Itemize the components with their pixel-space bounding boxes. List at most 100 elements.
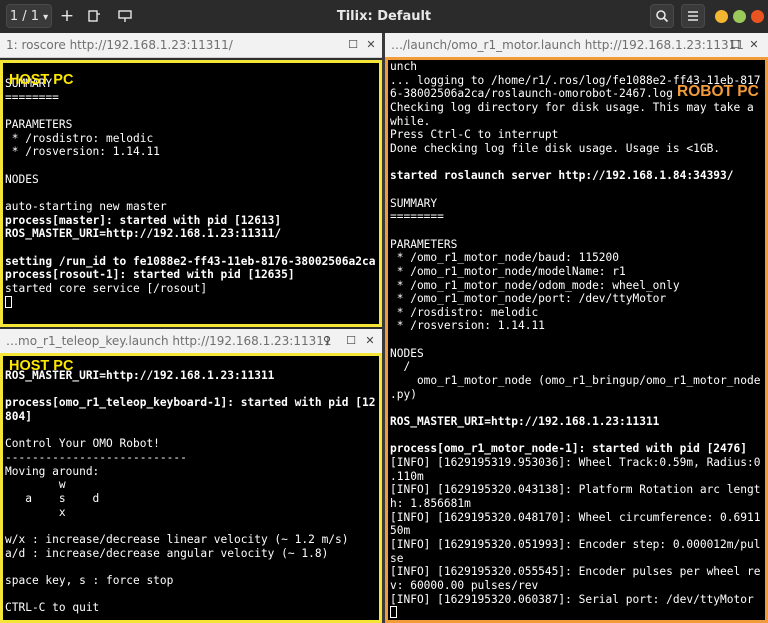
maximize-button[interactable] (733, 10, 746, 23)
pane-header: …/launch/omo_r1_motor.launch http://192.… (385, 33, 768, 58)
split-add-right-button[interactable] (82, 4, 106, 28)
add-label: + (59, 6, 75, 26)
close-pane-icon[interactable]: ✕ (362, 33, 380, 57)
terminal-line: [INFO] [1629195319.953036]: Wheel Track:… (390, 456, 761, 470)
terminal-line: .110m (390, 469, 424, 483)
terminal-line: ROS_MASTER_URI=http://192.168.1.23:11311… (5, 227, 282, 241)
terminal-line: * /omo_r1_motor_node/odom_mode: wheel_on… (390, 278, 680, 292)
terminal-line: CTRL-C to quit (5, 601, 100, 615)
terminal-pane-roscore: 1: roscore http://192.168.1.23:11311/ ☐ … (0, 33, 382, 327)
menu-icon (688, 11, 698, 21)
terminal-line: a/d : increase/decrease angular velocity… (5, 546, 329, 560)
pane-header: 1: roscore http://192.168.1.23:11311/ ☐ … (0, 33, 382, 58)
terminal-line: Done checking log file disk usage. Usage… (390, 141, 721, 155)
terminal-line: / (390, 360, 411, 374)
terminal-line: Moving around: (5, 464, 100, 478)
maximize-pane-icon[interactable]: ☐ (344, 33, 362, 57)
close-button[interactable] (751, 10, 764, 23)
split-add-down-button[interactable] (112, 4, 138, 28)
terminal-line: .py) (390, 387, 417, 401)
output-lines: SUMMARY ======== PARAMETERS * /rosdistro:… (5, 77, 375, 309)
terminal-line: [INFO] [1629195320.060387]: Serial port:… (390, 592, 754, 606)
terminal-output[interactable]: SUMMARY ======== PARAMETERS * /rosdistro:… (0, 60, 382, 327)
terminal-line: ROS_MASTER_URI=http://192.168.1.23:11311 (390, 415, 660, 429)
terminal-output[interactable]: ROS_MASTER_URI=http://192.168.1.23:11311… (0, 353, 382, 623)
terminal-line: [INFO] [1629195320.048170]: Wheel circum… (390, 510, 761, 524)
terminal-line: x (5, 505, 66, 519)
terminal-line: v: 60000.00 pulses/rev (390, 578, 539, 592)
terminal-line: [INFO] [1629195320.043138]: Platform Rot… (390, 483, 761, 497)
terminal-line: auto-starting new master (5, 199, 167, 213)
terminal-cursor (390, 606, 760, 620)
pane-header: …mo_r1_teleop_key.launch http://192.168.… (0, 329, 382, 354)
cursor-block (390, 606, 397, 619)
maximize-pane-icon[interactable]: ☐ (342, 329, 360, 353)
terminal-line: * /rosversion: 1.14.11 (5, 145, 160, 159)
search-button[interactable] (650, 4, 674, 28)
session-switcher-button[interactable]: 1 / 1 ▾ (6, 4, 52, 28)
read-only-icon[interactable]: ⚲ (318, 329, 336, 353)
terminal-line: PARAMETERS (5, 117, 73, 131)
add-down-icon (118, 10, 132, 22)
terminal-line: * /omo_r1_motor_node/baud: 115200 (390, 251, 620, 265)
host-pc-label: HOST PC (9, 358, 74, 374)
terminal-line: [INFO] [1629195320.055545]: Encoder puls… (390, 565, 761, 579)
terminal-line: process[rosout-1]: started with pid [126… (5, 268, 295, 282)
maximize-pane-icon[interactable]: ☐ (726, 33, 744, 57)
terminal-line: process[omo_r1_teleop_keyboard-1]: start… (5, 396, 376, 410)
pane-title[interactable]: 1: roscore http://192.168.1.23:11311/ (6, 33, 233, 57)
terminal-line: * /rosdistro: melodic (390, 305, 539, 319)
terminal-line: Press Ctrl-C to interrupt (390, 128, 559, 142)
terminal-line: * /rosversion: 1.14.11 (390, 319, 545, 333)
window-titlebar: 1 / 1 ▾ + Tilix: Default (0, 0, 768, 33)
output-lines: unch... logging to /home/r1/.ros/log/fe1… (390, 60, 760, 620)
terminal-line: while. (390, 114, 431, 128)
terminal-line: process[master]: started with pid [12613… (5, 213, 282, 227)
minimize-button[interactable] (715, 10, 728, 23)
terminal-line: 804] (5, 409, 32, 423)
terminal-line: 50m (390, 524, 411, 538)
terminal-line: started roslaunch server http://192.168.… (390, 169, 734, 183)
menu-button[interactable] (681, 4, 705, 28)
close-pane-icon[interactable]: ✕ (361, 329, 379, 353)
session-label: 1 / 1 (9, 9, 39, 24)
terminal-line: space key, s : force stop (5, 573, 174, 587)
terminal-line: PARAMETERS (390, 237, 458, 251)
add-right-icon (88, 10, 100, 22)
terminal-cursor (5, 295, 375, 310)
terminal-line: NODES (390, 346, 424, 360)
terminal-line: unch (390, 60, 417, 73)
terminal-line: SUMMARY (390, 196, 438, 210)
terminal-line: Checking log directory for disk usage. T… (390, 100, 754, 114)
pane-title[interactable]: …/launch/omo_r1_motor.launch http://192.… (391, 33, 744, 57)
pane-title[interactable]: …mo_r1_teleop_key.launch http://192.168.… (6, 329, 332, 353)
add-terminal-button[interactable]: + (55, 4, 79, 28)
terminal-line: omo_r1_motor_node (omo_r1_bringup/omo_r1… (390, 374, 761, 388)
terminal-line: [INFO] [1629195320.051993]: Encoder step… (390, 537, 761, 551)
terminal-line: * /rosdistro: melodic (5, 131, 154, 145)
terminal-line: w/x : increase/decrease linear velocity … (5, 532, 349, 546)
host-pc-label: HOST PC (9, 72, 74, 88)
terminal-line: * /omo_r1_motor_node/port: /dev/ttyMotor (390, 292, 667, 306)
terminal-output[interactable]: unch... logging to /home/r1/.ros/log/fe1… (385, 57, 768, 623)
terminal-line: * /omo_r1_motor_node/modelName: r1 (390, 264, 626, 278)
chevron-down-icon: ▾ (43, 12, 49, 23)
robot-pc-label: ROBOT PC (677, 83, 759, 100)
terminal-line: w (5, 478, 66, 492)
terminal-line: setting /run_id to fe1088e2-ff43-11eb-81… (5, 254, 376, 268)
cursor-block (5, 295, 12, 308)
close-pane-icon[interactable]: ✕ (745, 33, 763, 57)
terminal-line: --------------------------- (5, 450, 187, 464)
